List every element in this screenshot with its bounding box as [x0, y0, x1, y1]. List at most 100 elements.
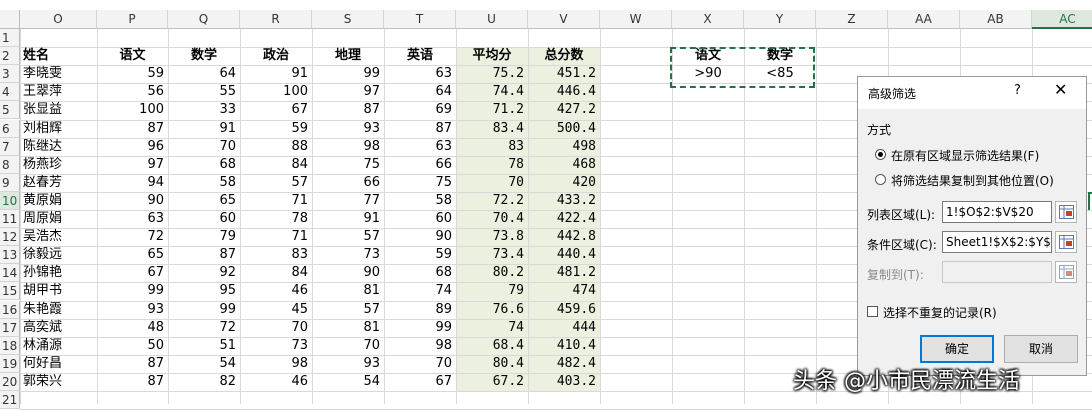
- score-cell[interactable]: 73.4: [456, 246, 528, 264]
- score-cell[interactable]: 75: [384, 174, 456, 192]
- score-cell[interactable]: 90: [97, 192, 168, 210]
- score-cell[interactable]: 83.4: [456, 120, 528, 138]
- score-cell[interactable]: 403.2: [528, 373, 600, 391]
- score-cell[interactable]: 80.4: [456, 355, 528, 373]
- row-header[interactable]: 10: [0, 191, 20, 210]
- row-header[interactable]: 1: [0, 29, 20, 48]
- score-cell[interactable]: 99: [384, 319, 456, 337]
- name-cell[interactable]: 朱艳霞: [20, 301, 97, 319]
- score-cell[interactable]: 48: [97, 319, 168, 337]
- score-cell[interactable]: 451.2: [528, 65, 600, 83]
- score-cell[interactable]: 72: [168, 319, 240, 337]
- row-header[interactable]: 16: [0, 300, 20, 319]
- score-cell[interactable]: 95: [168, 282, 240, 300]
- radio-filter-in-place[interactable]: [875, 149, 886, 160]
- score-cell[interactable]: 33: [168, 101, 240, 119]
- criteria-range-input[interactable]: Sheet1!$X$2:$Y$3: [942, 231, 1052, 253]
- score-cell[interactable]: 46: [240, 282, 312, 300]
- name-cell[interactable]: 周原娟: [20, 210, 97, 228]
- row-header[interactable]: 6: [0, 119, 20, 138]
- score-cell[interactable]: 57: [312, 228, 384, 246]
- score-cell[interactable]: 68: [168, 156, 240, 174]
- row-header[interactable]: 18: [0, 336, 20, 355]
- score-cell[interactable]: 88: [240, 138, 312, 156]
- name-cell[interactable]: 孙锦艳: [20, 264, 97, 282]
- column-header[interactable]: W: [600, 10, 672, 29]
- score-cell[interactable]: 70: [456, 174, 528, 192]
- score-cell[interactable]: 66: [312, 174, 384, 192]
- column-header[interactable]: V: [528, 10, 600, 29]
- column-header[interactable]: T: [384, 10, 456, 29]
- row-header[interactable]: 8: [0, 155, 20, 174]
- score-cell[interactable]: 73: [240, 337, 312, 355]
- score-cell[interactable]: 63: [384, 65, 456, 83]
- score-cell[interactable]: 87: [97, 355, 168, 373]
- score-cell[interactable]: 84: [240, 156, 312, 174]
- score-cell[interactable]: 80.2: [456, 264, 528, 282]
- row-header[interactable]: 5: [0, 101, 20, 120]
- score-cell[interactable]: 79: [456, 282, 528, 300]
- name-cell[interactable]: 李晓雯: [20, 65, 97, 83]
- score-cell[interactable]: 84: [240, 264, 312, 282]
- score-cell[interactable]: 64: [168, 65, 240, 83]
- column-title-cell[interactable]: 政治: [240, 47, 312, 65]
- score-cell[interactable]: 99: [312, 65, 384, 83]
- score-cell[interactable]: 54: [312, 373, 384, 391]
- row-header[interactable]: 12: [0, 228, 20, 247]
- score-cell[interactable]: 58: [384, 192, 456, 210]
- row-header[interactable]: 21: [0, 391, 20, 410]
- score-cell[interactable]: 482.4: [528, 355, 600, 373]
- score-cell[interactable]: 93: [312, 120, 384, 138]
- row-header[interactable]: 4: [0, 83, 20, 102]
- score-cell[interactable]: 60: [168, 210, 240, 228]
- row-header[interactable]: 17: [0, 318, 20, 337]
- score-cell[interactable]: 97: [97, 156, 168, 174]
- name-cell[interactable]: 何好昌: [20, 355, 97, 373]
- score-cell[interactable]: 75: [312, 156, 384, 174]
- score-cell[interactable]: 433.2: [528, 192, 600, 210]
- copy-to-picker-button[interactable]: [1055, 261, 1077, 283]
- score-cell[interactable]: 75.2: [456, 65, 528, 83]
- row-header[interactable]: 11: [0, 210, 20, 229]
- score-cell[interactable]: 56: [97, 83, 168, 101]
- score-cell[interactable]: 57: [312, 301, 384, 319]
- score-cell[interactable]: 68: [384, 264, 456, 282]
- score-cell[interactable]: 74.4: [456, 83, 528, 101]
- score-cell[interactable]: 83: [456, 138, 528, 156]
- column-header[interactable]: P: [97, 10, 168, 29]
- score-cell[interactable]: 99: [168, 301, 240, 319]
- score-cell[interactable]: 70: [168, 138, 240, 156]
- score-cell[interactable]: 91: [168, 120, 240, 138]
- name-cell[interactable]: 胡甲书: [20, 282, 97, 300]
- column-title-cell[interactable]: 英语: [384, 47, 456, 65]
- column-header[interactable]: AB: [960, 10, 1032, 29]
- score-cell[interactable]: 99: [97, 282, 168, 300]
- score-cell[interactable]: 87: [97, 373, 168, 391]
- score-cell[interactable]: 92: [168, 264, 240, 282]
- score-cell[interactable]: 71: [240, 192, 312, 210]
- score-cell[interactable]: 420: [528, 174, 600, 192]
- score-cell[interactable]: 46: [240, 373, 312, 391]
- score-cell[interactable]: 65: [97, 246, 168, 264]
- score-cell[interactable]: 70: [240, 319, 312, 337]
- score-cell[interactable]: 444: [528, 319, 600, 337]
- help-button[interactable]: ?: [1014, 83, 1021, 98]
- score-cell[interactable]: 100: [97, 101, 168, 119]
- row-header[interactable]: 19: [0, 354, 20, 373]
- name-cell[interactable]: 高奕斌: [20, 319, 97, 337]
- list-range-picker-button[interactable]: [1055, 201, 1077, 223]
- score-cell[interactable]: 55: [168, 83, 240, 101]
- row-header[interactable]: 20: [0, 372, 20, 391]
- score-cell[interactable]: 93: [312, 355, 384, 373]
- column-header[interactable]: Y: [744, 10, 816, 29]
- score-cell[interactable]: 72.2: [456, 192, 528, 210]
- score-cell[interactable]: 71: [240, 228, 312, 246]
- score-cell[interactable]: 98: [384, 337, 456, 355]
- score-cell[interactable]: 60: [384, 210, 456, 228]
- row-header[interactable]: 2: [0, 47, 20, 66]
- score-cell[interactable]: 100: [240, 83, 312, 101]
- column-header[interactable]: Q: [168, 10, 240, 29]
- score-cell[interactable]: 87: [97, 120, 168, 138]
- score-cell[interactable]: 89: [384, 301, 456, 319]
- score-cell[interactable]: 63: [384, 138, 456, 156]
